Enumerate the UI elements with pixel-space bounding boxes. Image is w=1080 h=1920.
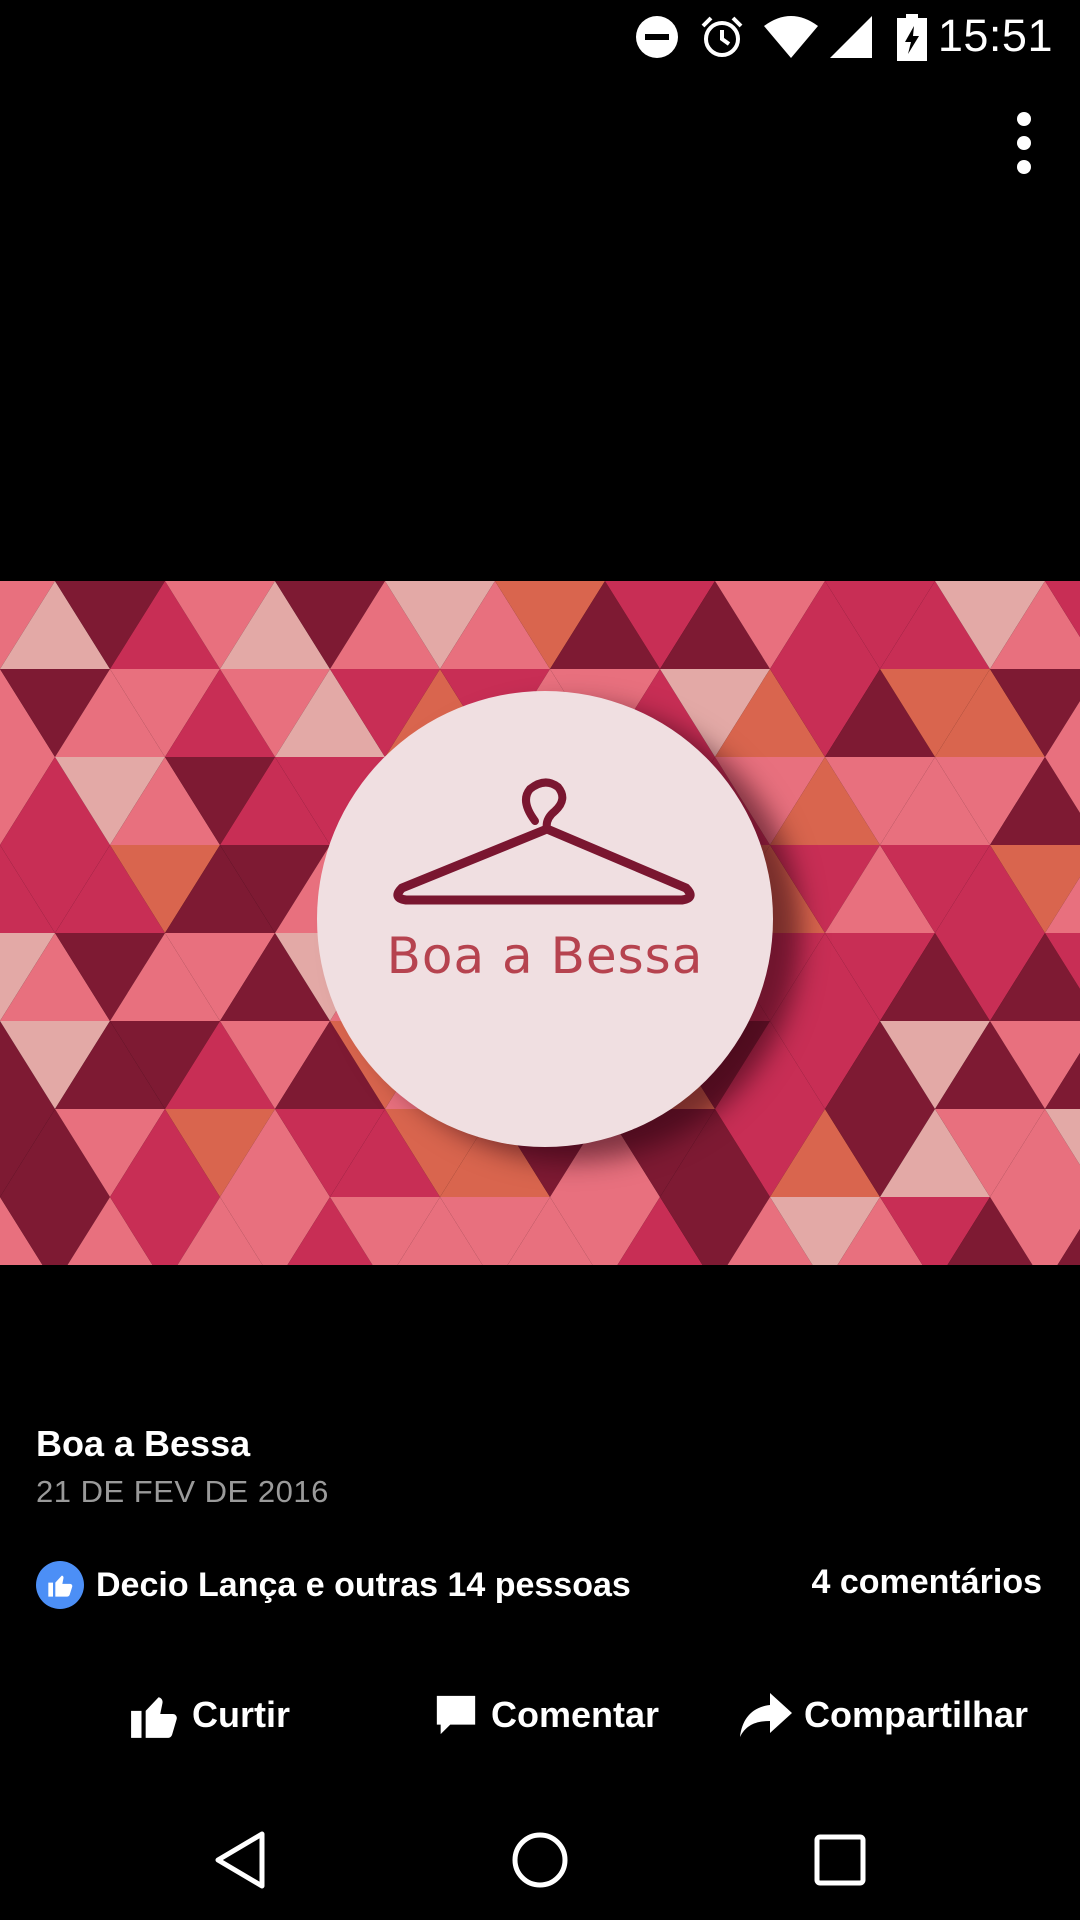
comment-label: Comentar (491, 1694, 660, 1735)
reactions-text: Decio Lança e outras 14 pessoas (96, 1565, 631, 1604)
share-icon (740, 1693, 792, 1737)
wifi-icon (762, 14, 820, 65)
logo-badge: Boa a Bessa (317, 691, 773, 1147)
home-icon (512, 1832, 568, 1888)
share-label: Compartilhar (804, 1694, 1029, 1735)
back-button[interactable] (200, 1800, 280, 1920)
battery-charging-icon (896, 14, 928, 67)
post-date: 21 DE FEV DE 2016 (36, 1474, 329, 1509)
more-options-button[interactable] (1004, 112, 1044, 182)
more-vert-icon (1017, 112, 1031, 126)
status-time: 15:51 (937, 10, 1053, 61)
post-actions: Curtir Comentar Compartilhar (0, 1680, 1080, 1750)
thumbs-up-icon (131, 1697, 177, 1738)
navigation-bar (0, 1800, 1080, 1920)
reactions-summary[interactable]: Decio Lança e outras 14 pessoas (36, 1560, 631, 1610)
like-label: Curtir (192, 1694, 290, 1735)
alarm-icon (699, 14, 745, 65)
recents-icon (814, 1834, 866, 1886)
do-not-disturb-icon (634, 14, 680, 65)
comment-button[interactable]: Comentar (433, 1680, 659, 1750)
status-bar: 15:51 (0, 0, 1080, 74)
comments-count[interactable]: 4 comentários (811, 1563, 1042, 1602)
cell-signal-icon (828, 14, 874, 65)
home-button[interactable] (500, 1800, 580, 1920)
post-photo[interactable]: Boa a Bessa (0, 581, 1080, 1265)
thumbs-up-icon (36, 1561, 84, 1609)
share-button[interactable]: Compartilhar (740, 1680, 1028, 1750)
recents-button[interactable] (800, 1800, 880, 1920)
back-icon (215, 1831, 265, 1889)
hanger-icon (393, 778, 695, 905)
logo-text: Boa a Bessa (386, 927, 704, 985)
comment-icon (436, 1695, 476, 1735)
post-title[interactable]: Boa a Bessa (36, 1423, 250, 1465)
like-button[interactable]: Curtir (128, 1680, 290, 1750)
